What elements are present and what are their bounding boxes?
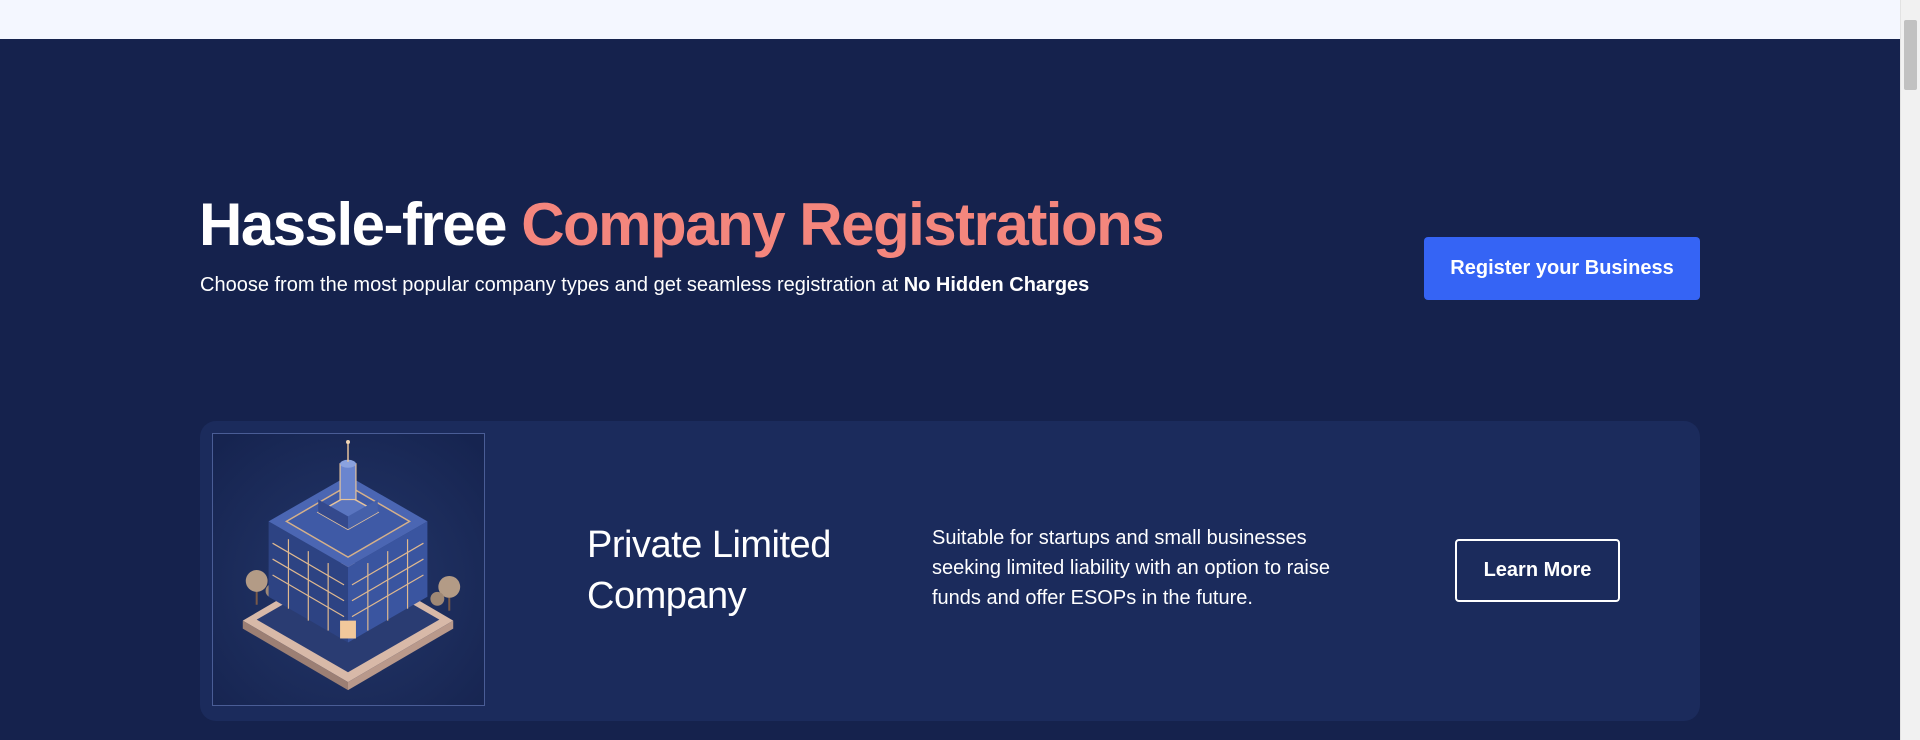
hero-section: Hassle-free Company Registrations Choose… [0,39,1900,740]
hero-subtitle: Choose from the most popular company typ… [200,271,1089,299]
headline-accent: Company Registrations [521,191,1164,258]
subtitle-text: Choose from the most popular company typ… [200,274,899,296]
company-type-card: Private Limited Company Suitable for sta… [200,421,1700,721]
register-business-button[interactable]: Register your Business [1424,237,1700,300]
isometric-building-icon [213,434,484,705]
page-scrollbar[interactable] [1900,0,1920,740]
card-title: Private Limited Company [587,524,831,617]
learn-more-button[interactable]: Learn More [1455,539,1620,602]
card-description: Suitable for startups and small business… [932,527,1330,609]
subtitle-bold: No Hidden Charges [903,274,1090,296]
top-strip [0,0,1900,39]
headline-plain: Hassle-free [199,191,508,258]
scrollbar-thumb[interactable] [1904,20,1917,90]
building-illustration [212,433,485,706]
hero-headline: Hassle-free Company Registrations [199,189,1165,261]
